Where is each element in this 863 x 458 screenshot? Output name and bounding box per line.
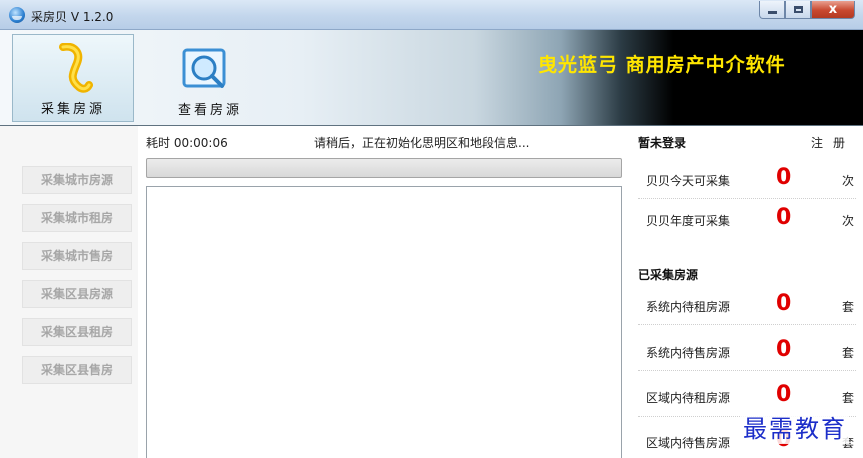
sidebar-item-collect-county-listings[interactable]: 采集区县房源: [22, 280, 132, 308]
divider: [638, 370, 856, 371]
stat-label: 区域内待售房源: [646, 436, 731, 450]
register-link[interactable]: 注册: [811, 134, 855, 151]
login-status: 暂未登录: [638, 136, 687, 150]
brand-banner: 曳光蓝弓 商用房产中介软件: [538, 54, 786, 76]
minimize-icon: [767, 11, 777, 14]
stat-value: 0: [776, 165, 792, 190]
stat-system-sales: 系统内待售房源 0 套: [638, 336, 856, 366]
sidebar-item-collect-county-rentals[interactable]: 采集区县租房: [22, 318, 132, 346]
sidebar: 采集城市房源 采集城市租房 采集城市售房 采集区县房源 采集区县租房 采集区县售…: [0, 126, 138, 458]
maximize-icon: [793, 6, 803, 13]
window-title: 采房贝 V 1.2.0: [31, 10, 114, 24]
stat-unit: 套: [841, 300, 854, 314]
log-area[interactable]: [146, 186, 622, 458]
collected-title: 已采集房源: [638, 268, 699, 282]
sidebar-item-collect-city-listings[interactable]: 采集城市房源: [22, 166, 132, 194]
stat-year-quota: 贝贝年度可采集 0 次: [638, 204, 856, 234]
stat-unit: 套: [841, 346, 854, 360]
window-title-bar: 采房贝 V 1.2.0 x: [0, 0, 863, 30]
elapsed-time: 耗时 00:00:06: [146, 136, 228, 150]
stat-value: 0: [776, 205, 792, 230]
status-message: 请稍后，正在初始化思明区和地段信息...: [314, 136, 530, 150]
divider: [638, 198, 856, 199]
app-icon: [9, 7, 25, 23]
close-icon: x: [828, 2, 838, 17]
stat-region-rentals: 区域内待租房源 0 套: [638, 381, 856, 411]
sidebar-item-collect-city-sales[interactable]: 采集城市售房: [22, 242, 132, 270]
stat-unit: 套: [841, 391, 854, 405]
collect-listings-label: 采集房源: [40, 102, 105, 117]
stat-label: 贝贝今天可采集: [646, 174, 731, 188]
stat-unit: 次: [841, 214, 854, 228]
stat-label: 系统内待售房源: [646, 346, 731, 360]
collect-icon: [59, 43, 93, 93]
stat-label: 系统内待租房源: [646, 300, 731, 314]
stat-system-rentals: 系统内待租房源 0 套: [638, 290, 856, 320]
close-button[interactable]: x: [811, 1, 855, 19]
maximize-button[interactable]: [785, 1, 811, 19]
stat-label: 区域内待租房源: [646, 391, 731, 405]
collect-listings-button[interactable]: 采集房源: [12, 34, 134, 122]
sidebar-item-collect-city-rentals[interactable]: 采集城市租房: [22, 204, 132, 232]
stat-label: 贝贝年度可采集: [646, 214, 731, 228]
sidebar-item-collect-county-sales[interactable]: 采集区县售房: [22, 356, 132, 384]
progress-bar: [146, 158, 622, 178]
stat-unit: 次: [841, 174, 854, 188]
stat-value: 0: [776, 291, 792, 316]
divider: [638, 324, 856, 325]
stat-value: 0: [776, 337, 792, 362]
view-listings-label: 查看房源: [177, 103, 242, 118]
main-panel: 耗时 00:00:06 请稍后，正在初始化思明区和地段信息...: [138, 126, 630, 458]
toolbar: 采集房源 查看房源 曳光蓝弓 商用房产中介软件: [0, 30, 863, 126]
stat-today-quota: 贝贝今天可采集 0 次: [638, 164, 856, 194]
view-listings-button[interactable]: 查看房源: [160, 34, 260, 122]
minimize-button[interactable]: [759, 1, 785, 19]
window-controls: x: [759, 1, 855, 19]
watermark-logo: 最需教育: [741, 409, 849, 444]
magnifier-icon: [182, 48, 226, 88]
stat-value: 0: [776, 382, 792, 407]
